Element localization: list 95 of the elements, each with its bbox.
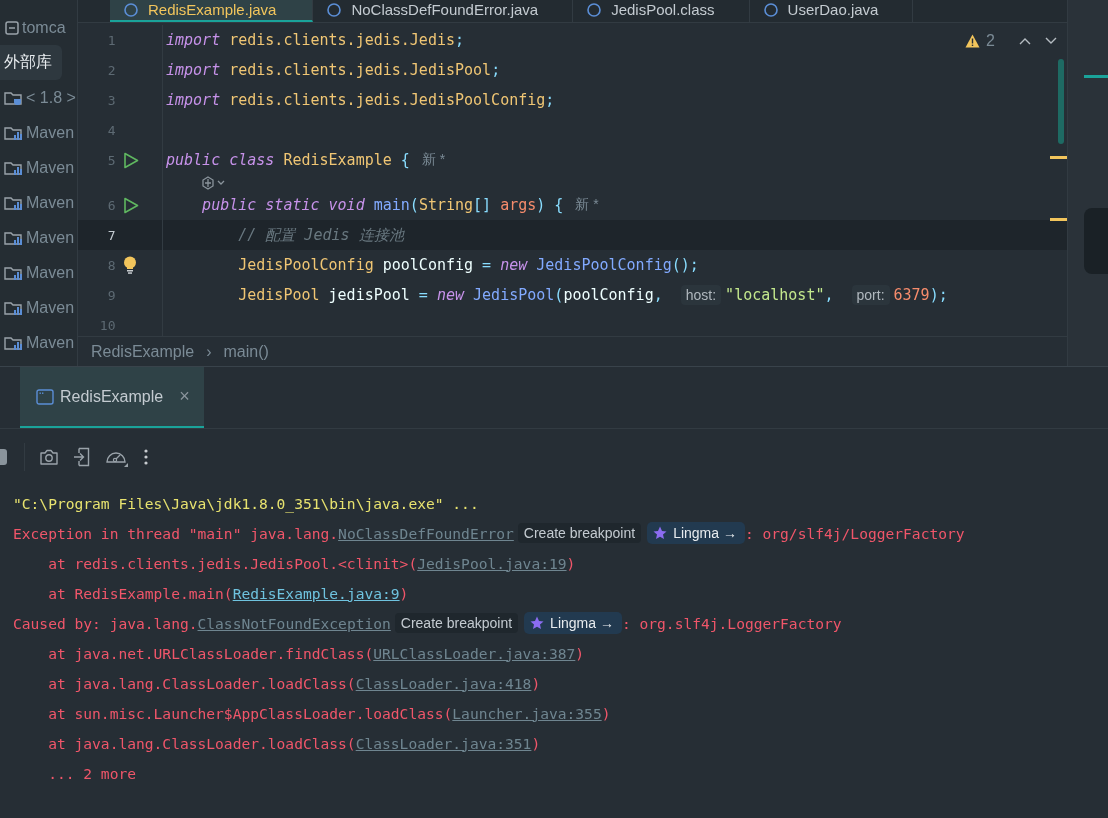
console-text: at redis.clients.jedis.JedisPool.<clinit>(JedisPool.java:19)	[47, 554, 576, 572]
folder-chart-icon	[4, 299, 24, 316]
code-text: 6379);	[893, 286, 948, 304]
line-number: 10	[98, 317, 116, 333]
tree-item[interactable]: Maven	[0, 290, 77, 325]
line-number: 7	[106, 227, 116, 243]
code-text: public class RedisExample {	[166, 151, 410, 169]
editor-tab[interactable]: RedisExample.java	[110, 0, 314, 22]
run-icon[interactable]	[122, 151, 139, 169]
console-text: ... 2 more	[47, 764, 136, 782]
camera-icon[interactable]	[39, 447, 59, 466]
line-number: 3	[106, 92, 116, 108]
console-text: at sun.misc.Launcher$AppClassLoader.loadClass(Launcher.java:355)	[47, 704, 611, 722]
source-link[interactable]: ClassLoader.java:351	[355, 734, 532, 752]
tree-item[interactable]: Maven	[0, 150, 77, 185]
ai-assistant-button[interactable]: Lingma →	[524, 612, 622, 634]
warning-count: 2	[986, 32, 995, 50]
line-number: 2	[106, 62, 116, 78]
ai-assistant-button[interactable]: Lingma →	[647, 522, 745, 544]
line-number: 4	[106, 122, 116, 138]
author-hint: 新 *	[575, 196, 599, 214]
code-text: import redis.clients.jedis.JedisPoolConfig;	[166, 91, 555, 109]
breadcrumb-item[interactable]: main()	[223, 342, 269, 361]
class-icon	[327, 2, 342, 17]
folder-chart-icon	[4, 334, 24, 351]
more-options-icon[interactable]	[143, 447, 149, 466]
folder-chart-icon	[4, 124, 24, 141]
line-number: 6	[106, 197, 116, 213]
folder-chart-icon	[4, 229, 24, 246]
line-number: 9	[106, 287, 116, 303]
breadcrumb-item[interactable]: RedisExample	[91, 342, 195, 361]
class-icon	[763, 2, 778, 17]
code-text: "localhost",	[725, 286, 835, 304]
stop-icon[interactable]	[0, 448, 7, 465]
exit-icon[interactable]	[73, 446, 91, 467]
run-icon[interactable]	[122, 196, 139, 214]
tree-item[interactable]: Maven	[0, 220, 77, 255]
inlay-hint: host:	[680, 285, 722, 305]
warning-icon	[965, 34, 981, 48]
folder-chart-icon	[4, 264, 24, 281]
file-icon	[4, 19, 20, 36]
line-number: 5	[106, 152, 116, 168]
console-text: Exception in thread "main" java.lang.NoClassDefFoundError	[13, 524, 514, 542]
code-text: JedisPool jedisPool = new JedisPool(poolConfig,	[237, 286, 664, 304]
folder-chart-icon	[4, 159, 24, 176]
tree-item[interactable]: Maven	[0, 255, 77, 290]
editor-tab[interactable]: NoClassDefFoundError.java	[313, 0, 574, 22]
console-text: "C:\Program Files\Java\jdk1.8.0_351\bin\java.exe" ...	[13, 494, 479, 512]
source-link[interactable]: ClassLoader.java:418	[355, 674, 532, 692]
line-number: 8	[106, 257, 116, 273]
code-text: import redis.clients.jedis.JedisPool;	[166, 61, 501, 79]
source-link[interactable]: URLClassLoader.java:387	[373, 644, 576, 662]
console-text: at java.lang.ClassLoader.loadClass(ClassLoader.java:351)	[47, 734, 541, 752]
source-link[interactable]: ClassNotFoundException	[197, 614, 391, 632]
folder-chart-icon	[4, 194, 24, 211]
console-text: at java.net.URLClassLoader.findClass(URLClassLoader.java:387)	[47, 644, 585, 662]
source-link[interactable]: RedisExample.java:9	[232, 584, 400, 602]
tree-item[interactable]: Maven	[0, 185, 77, 220]
console-text: at java.lang.ClassLoader.loadClass(ClassLoader.java:418)	[47, 674, 541, 692]
source-link[interactable]: JedisPool.java:19	[417, 554, 567, 572]
console-text: Caused by: java.lang.ClassNotFoundException	[13, 614, 391, 632]
code-text: JedisPoolConfig poolConfig = new JedisPoolConfig();	[237, 256, 699, 274]
ai-star-icon	[653, 526, 668, 540]
warning-marker[interactable]	[1050, 156, 1067, 159]
warning-marker[interactable]	[1050, 218, 1067, 221]
editor-tab[interactable]: JedisPool.class	[573, 0, 750, 22]
lightbulb-icon[interactable]	[122, 256, 137, 274]
folder-cup-icon	[4, 89, 24, 106]
breadcrumb-separator: ›	[206, 342, 212, 361]
tree-item[interactable]: 外部库	[0, 45, 62, 80]
code-text: import redis.clients.jedis.Jedis;	[166, 31, 465, 49]
console-window-icon	[36, 388, 54, 405]
ai-star-icon	[530, 616, 545, 630]
source-link[interactable]: NoClassDefFoundError	[338, 524, 514, 542]
tree-item[interactable]: Maven	[0, 115, 77, 150]
console-text: at RedisExample.main(RedisExample.java:9)	[47, 584, 409, 602]
close-button[interactable]: ×	[179, 386, 190, 407]
editor-tab[interactable]: UserDao.java	[749, 0, 914, 22]
console-text: : org/slf4j/LoggerFactory	[744, 524, 965, 542]
tree-item[interactable]: < 1.8 >	[0, 80, 77, 115]
code-text: public static void main(String[] args) {	[201, 196, 564, 214]
code-comment: // 配置 Jedis 连接池	[237, 225, 404, 245]
line-number: 1	[106, 32, 116, 48]
create-breakpoint-button[interactable]: Create breakpoint	[517, 523, 642, 543]
tree-item[interactable]: Maven	[0, 325, 77, 360]
run-tab[interactable]: RedisExample ×	[20, 367, 204, 428]
console-text: : org.slf4j.LoggerFactory	[621, 614, 842, 632]
class-icon	[124, 2, 138, 17]
inlay-hint: port:	[851, 285, 890, 305]
author-hint: 新 *	[421, 151, 446, 169]
class-icon	[587, 2, 602, 17]
scrollbar-thumb[interactable]	[1058, 59, 1064, 144]
source-link[interactable]: Launcher.java:355	[452, 704, 602, 722]
tree-item[interactable]: tomca	[0, 10, 77, 45]
create-breakpoint-button[interactable]: Create breakpoint	[394, 613, 519, 633]
